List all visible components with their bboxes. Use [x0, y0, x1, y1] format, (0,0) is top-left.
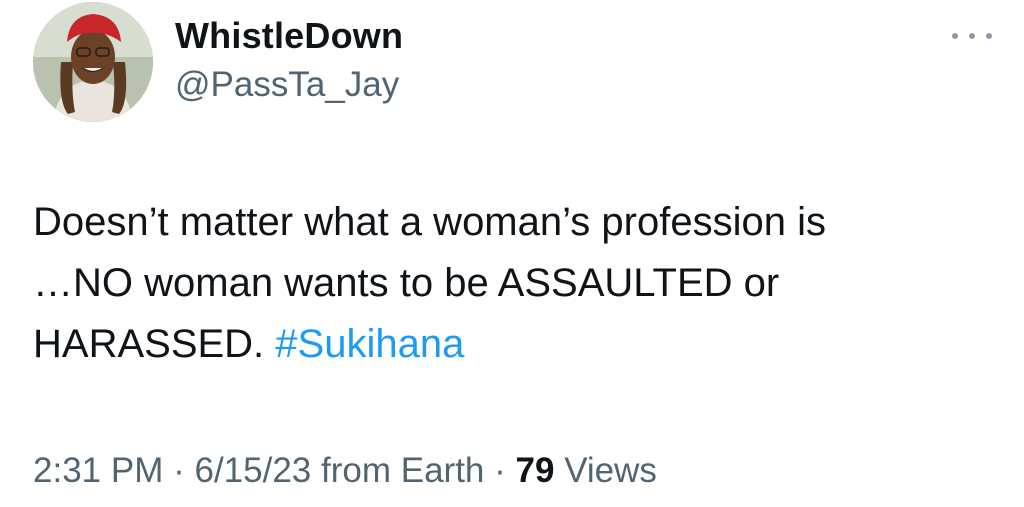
tweet-text-segment: HARASSED.	[33, 322, 265, 366]
tweet-date[interactable]: 6/15/23	[194, 451, 311, 490]
tweet-time[interactable]: 2:31 PM	[33, 451, 163, 490]
tweet-text: Doesn’t matter what a woman’s profession…	[33, 192, 993, 375]
dot	[986, 33, 992, 39]
user-handle[interactable]: @PassTa_Jay	[175, 63, 403, 107]
meta-separator: ·	[173, 451, 185, 490]
more-options-icon[interactable]	[952, 26, 992, 46]
profile-photo-icon	[33, 2, 153, 122]
avatar[interactable]	[33, 2, 153, 122]
tweet-text-line: …NO woman wants to be ASSAULTED or	[33, 261, 780, 305]
tweet-header: WhistleDown @PassTa_Jay	[175, 14, 403, 107]
tweet-meta: 2:31 PM · 6/15/23 from Earth · 79 Views	[33, 448, 657, 494]
tweet-source: from Earth	[321, 451, 485, 490]
meta-separator: ·	[494, 451, 506, 490]
views-label: Views	[564, 451, 657, 490]
hashtag-link[interactable]: #Sukihana	[275, 322, 464, 366]
tweet-text-line: Doesn’t matter what a woman’s profession…	[33, 200, 826, 244]
tweet-card: WhistleDown @PassTa_Jay Doesn’t matter w…	[0, 0, 1024, 507]
dot	[952, 33, 958, 39]
dot	[969, 33, 975, 39]
views-count[interactable]: 79	[516, 451, 555, 490]
tweet-text-line: HARASSED. #Sukihana	[33, 314, 993, 375]
display-name[interactable]: WhistleDown	[175, 14, 403, 58]
